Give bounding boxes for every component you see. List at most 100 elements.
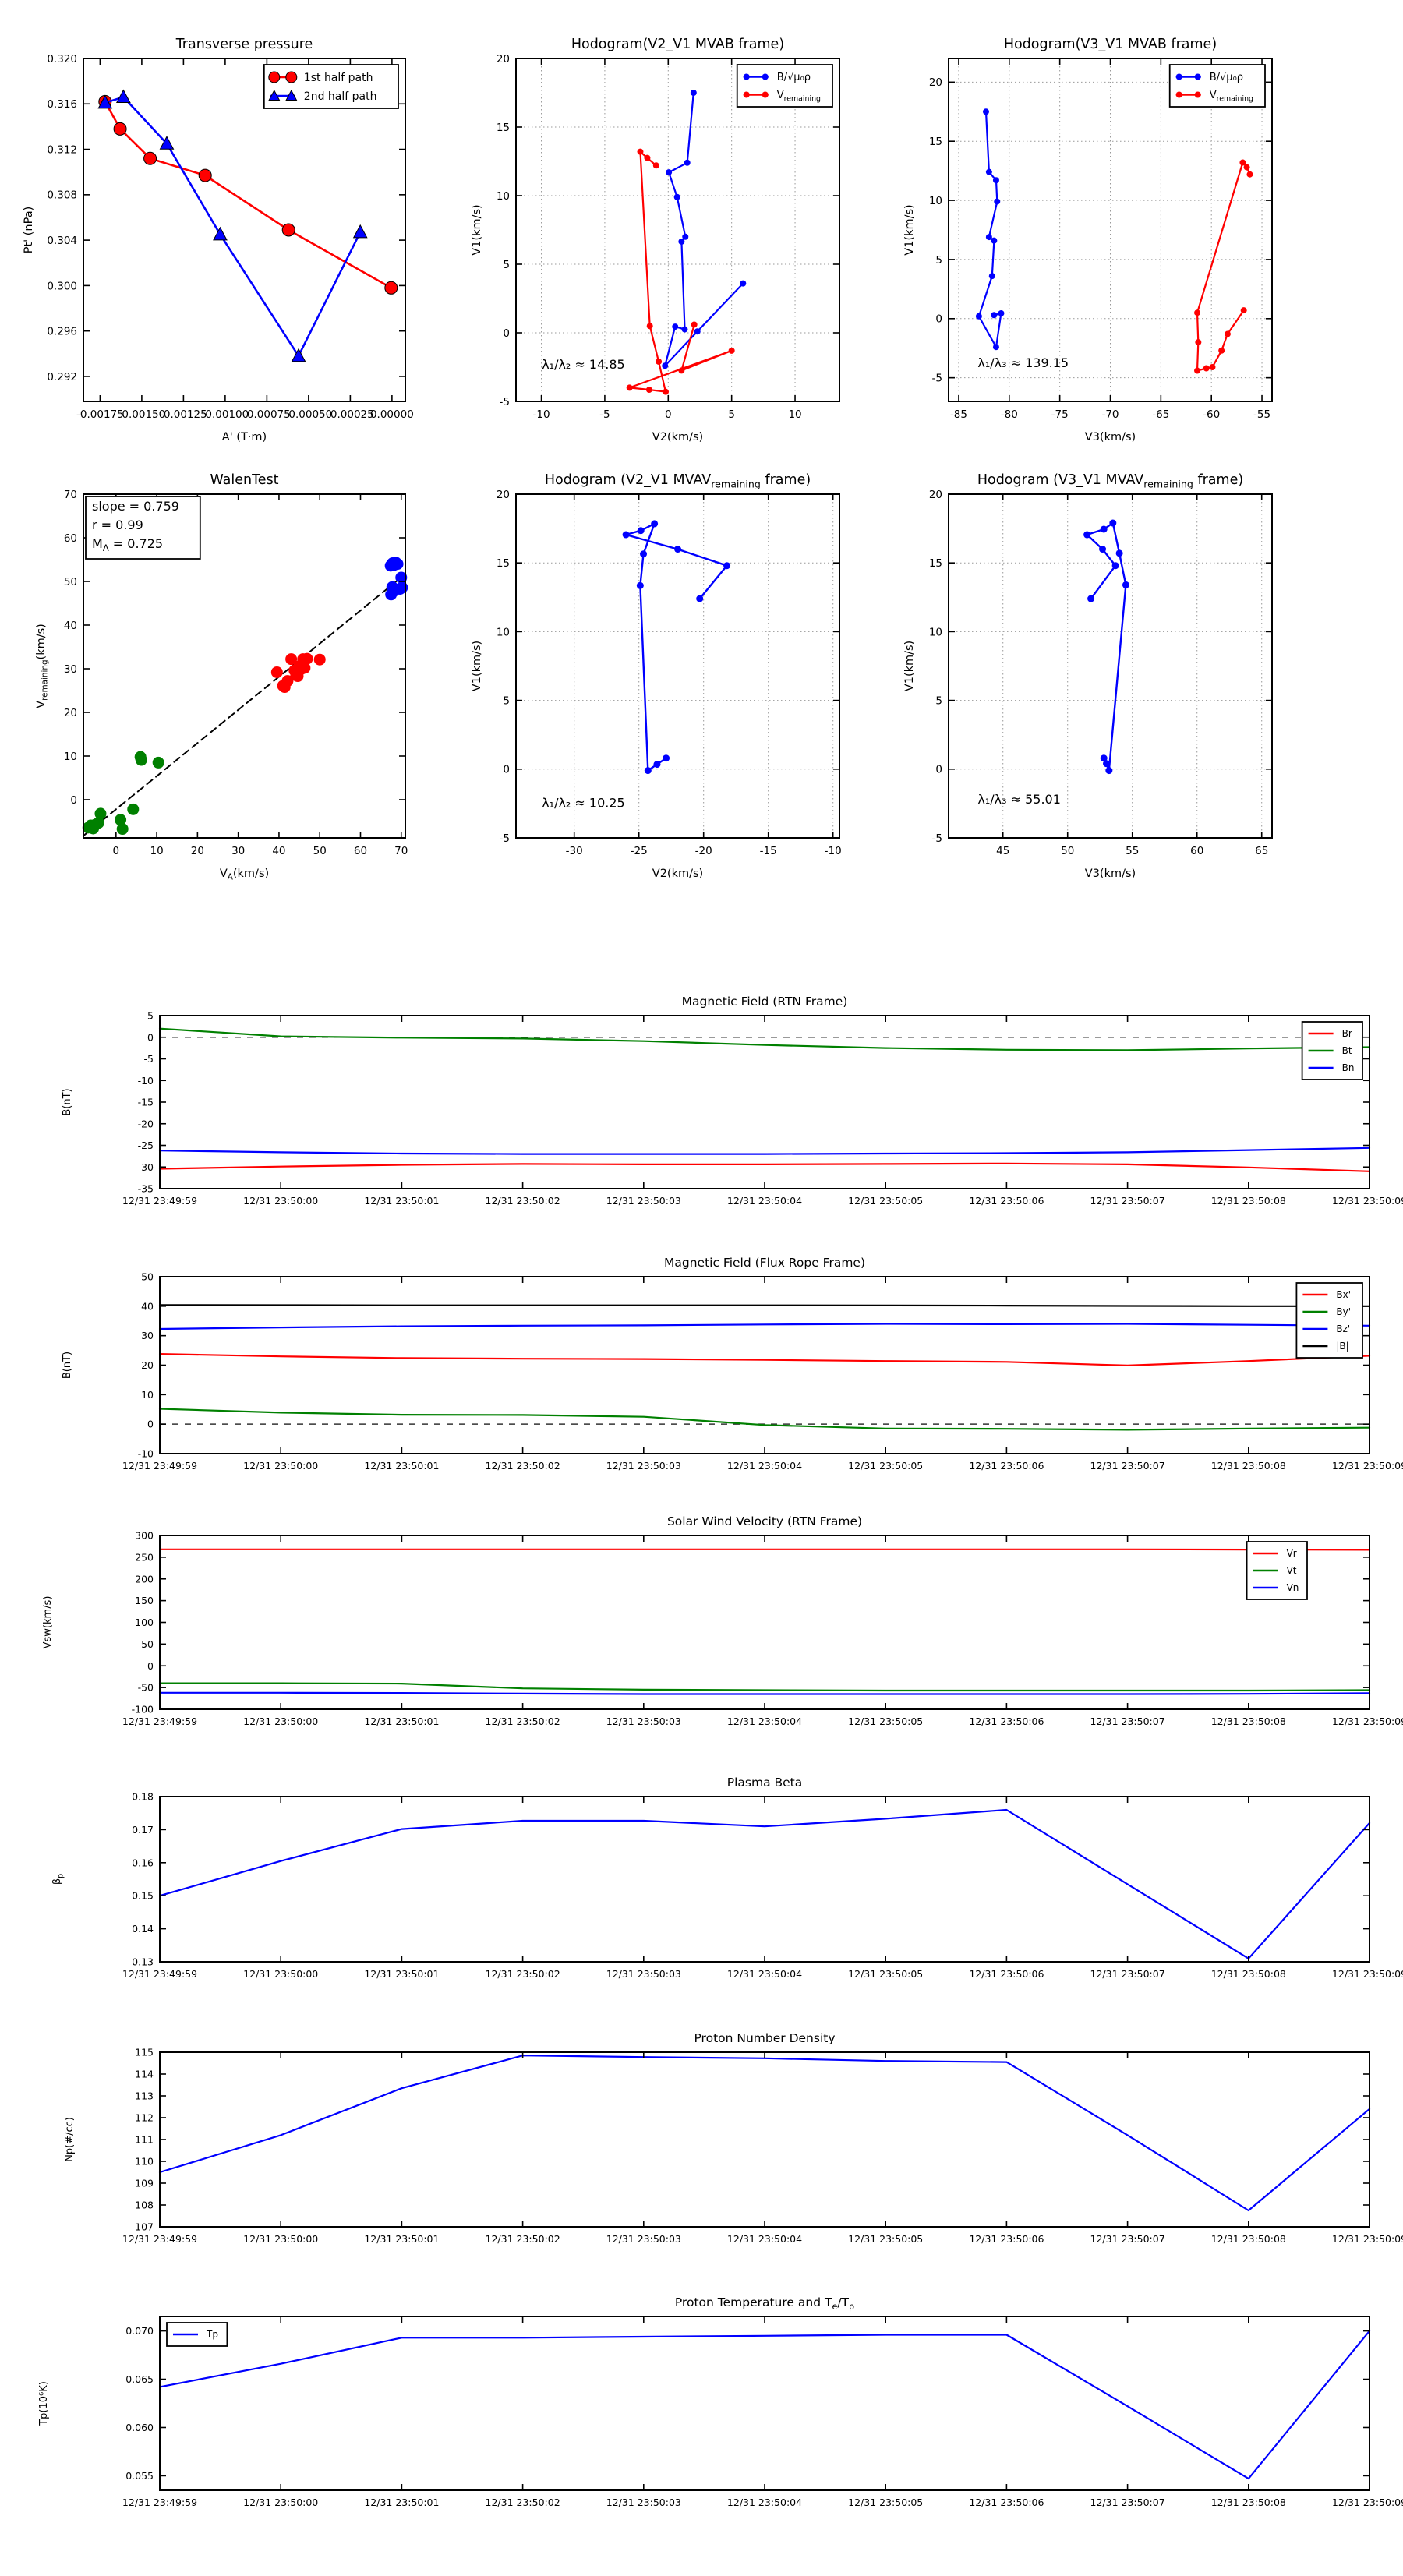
chart-title: Magnetic Field (Flux Rope Frame) [664,1256,865,1270]
marker-circle [740,281,746,287]
chart-hodogram-v3v1-mvav: 4550556065-505101520Hodogram (V3_V1 MVAV… [903,472,1272,880]
y-tick-label: -5 [500,832,510,845]
x-tick-label: 12/31 23:50:02 [486,1195,560,1207]
marker-circle [983,108,989,115]
x-tick-label: -60 [1203,408,1220,421]
y-tick-label: 0.300 [47,280,77,292]
y-tick-label: 0.15 [132,1890,154,1902]
marker-circle [723,562,730,569]
legend: 1st half path2nd half path [264,65,398,108]
marker-circle [672,323,678,330]
series-Vr [160,1549,1369,1550]
y-tick-label: -10 [138,1448,154,1460]
y-tick-label: 0.320 [47,53,77,65]
x-tick-label: 0 [665,408,672,421]
marker-circle [691,90,697,96]
y-tick-label: 100 [135,1617,154,1628]
y-tick-label: 10 [64,751,77,763]
y-tick-label: 0.312 [47,143,77,156]
x-tick-label: 12/31 23:50:08 [1211,1968,1286,1980]
y-tick-label: 20 [929,76,942,89]
y-tick-label: -30 [138,1161,154,1173]
chart-title: Solar Wind Velocity (RTN Frame) [667,1514,862,1528]
marker-circle [1194,309,1200,316]
y-tick-label: 40 [141,1300,154,1312]
y-tick-label: 0 [503,327,510,340]
x-tick-label: 12/31 23:50:06 [969,1195,1044,1207]
x-tick-label: 12/31 23:50:09 [1332,1460,1403,1472]
marker-circle [1218,348,1225,354]
y-tick-label: 250 [135,1551,154,1563]
y-axis-label: B(nT) [62,1088,73,1115]
y-tick-label: 50 [141,1271,154,1283]
y-tick-label: 10 [929,195,942,207]
marker-circle [993,344,999,350]
marker-circle [994,199,1000,205]
x-tick-label: 12/31 23:50:03 [606,2233,681,2245]
marker-circle [144,152,157,164]
marker-circle [986,234,992,240]
legend: Bx'By'Bz'|B| [1296,1283,1362,1358]
marker-circle [1241,307,1247,313]
y-axis-label: Vremaining(km/s) [35,624,50,708]
y-tick-label: 107 [135,2221,154,2233]
legend-label: Br [1342,1028,1352,1039]
legend-label: 1st half path [304,72,373,84]
x-tick-label: 30 [231,845,245,857]
x-tick-label: 12/31 23:50:03 [606,1716,681,1727]
marker-circle [646,387,652,393]
marker-circle [396,581,408,593]
chart-title: WalenTest [210,472,278,488]
y-tick-label: -15 [138,1097,154,1108]
x-tick-label: 60 [354,845,367,857]
y-tick-label: 10 [141,1389,154,1401]
x-tick-label: 50 [313,845,327,857]
y-tick-label: 5 [147,1010,154,1022]
stats-line: slope = 0.759 [92,499,179,514]
y-tick-label: 20 [929,489,942,501]
x-tick-label: 12/31 23:50:06 [969,1968,1044,1980]
x-tick-label: -0.00075 [243,408,291,421]
y-tick-label: -5 [144,1053,154,1065]
x-tick-label: -20 [695,845,712,857]
marker-circle [1194,368,1200,374]
y-tick-label: 0.308 [47,189,77,202]
x-tick-label: 55 [1126,845,1139,857]
x-tick-label: 12/31 23:50:02 [486,2496,560,2508]
marker-circle [645,767,652,774]
y-tick-label: 20 [64,707,77,719]
marker-circle [1195,92,1201,98]
y-tick-label: 5 [935,254,942,267]
marker-circle [644,155,650,161]
legend-label: Tp [206,2329,218,2340]
x-tick-label: 12/31 23:50:07 [1090,1195,1165,1207]
x-tick-label: 12/31 23:50:03 [606,1968,681,1980]
marker-circle [623,532,630,539]
legend-label: Bt [1342,1045,1352,1056]
y-tick-label: -100 [132,1704,154,1716]
marker-circle [762,74,769,80]
x-tick-label: 12/31 23:50:01 [364,1195,439,1207]
x-tick-label: -55 [1253,408,1270,421]
marker-circle [117,823,129,835]
x-tick-label: 12/31 23:50:09 [1332,1716,1403,1727]
marker-circle [674,546,681,553]
y-axis-label: V1(km/s) [471,204,483,255]
marker-circle [1109,520,1116,527]
y-tick-label: 0 [147,1419,154,1430]
annotation: λ₁/λ₂ ≈ 10.25 [542,795,625,810]
y-tick-label: 0.296 [47,326,77,338]
x-tick-label: 12/31 23:50:06 [969,2233,1044,2245]
marker-circle [993,177,999,183]
legend-label: Vn [1287,1582,1299,1593]
y-tick-label: 0.060 [125,2422,154,2433]
y-tick-label: 0 [147,1660,154,1672]
y-tick-label: 10 [497,190,510,203]
marker-circle [986,169,992,175]
marker-circle [684,160,691,166]
x-axis-label: V2(km/s) [652,431,703,443]
annotation: λ₁/λ₂ ≈ 14.85 [542,357,625,372]
chart-hodogram-v2v1-mvab: -10-50510-505101520Hodogram(V2_V1 MVAB f… [471,37,839,443]
legend: VrVtVn [1247,1542,1307,1599]
x-tick-label: 12/31 23:50:01 [364,2233,439,2245]
